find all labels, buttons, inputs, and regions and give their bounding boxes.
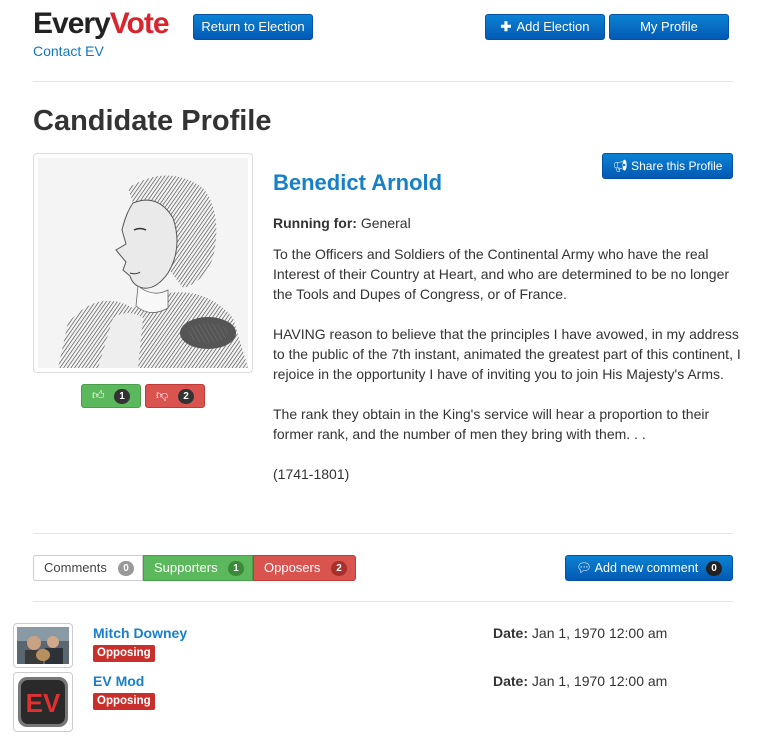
header-divider	[33, 81, 733, 82]
candidate-bio: To the Officers and Soldiers of the Cont…	[273, 244, 743, 504]
plus-icon: ✚	[500, 19, 512, 34]
running-for: Running for: General	[273, 215, 411, 231]
user-photo	[17, 627, 69, 664]
running-for-label: Running for:	[273, 215, 357, 231]
opposers-count-badge: 2	[331, 561, 347, 576]
add-new-comment-label: Add new comment	[594, 561, 699, 575]
add-election-button[interactable]: ✚ Add Election	[485, 14, 605, 40]
tab-opposers-label: Opposers	[264, 560, 321, 575]
share-profile-button[interactable]: 📢︎ Share this Profile	[602, 153, 733, 179]
upvote-button[interactable]: 👍︎ 1	[81, 384, 141, 408]
my-profile-button[interactable]: My Profile	[609, 14, 729, 40]
running-for-value: General	[360, 215, 411, 231]
date-value: Jan 1, 1970 12:00 am	[531, 625, 668, 641]
downvote-button[interactable]: 👎︎ 2	[145, 384, 205, 408]
commenter-name[interactable]: Mitch Downey	[93, 625, 187, 641]
tab-supporters-label: Supporters	[154, 560, 218, 575]
thumbs-down-icon: 👎︎	[156, 388, 169, 402]
new-comment-count-badge: 0	[706, 561, 722, 576]
tab-comments-label: Comments	[44, 560, 107, 575]
logo-every-text: Every	[33, 7, 111, 40]
comment-icon: 💬︎	[576, 561, 595, 575]
everyvote-logo[interactable]: EveryVote	[33, 6, 170, 42]
tab-comments[interactable]: Comments 0	[33, 555, 143, 581]
comment-date: Date: Jan 1, 1970 12:00 am	[493, 673, 667, 689]
bio-years: (1741-1801)	[273, 466, 350, 482]
candidate-photo	[33, 153, 253, 373]
bio-paragraph: The rank they obtain in the King's servi…	[273, 406, 710, 442]
portrait-engraving	[38, 158, 248, 368]
megaphone-icon: 📢︎	[612, 159, 632, 173]
candidate-name: Benedict Arnold	[273, 170, 443, 195]
return-to-election-button[interactable]: Return to Election	[193, 14, 313, 40]
bio-paragraph: HAVING reason to believe that the princi…	[273, 326, 741, 382]
ev-logo-text: EV	[26, 688, 61, 718]
date-label: Date:	[493, 625, 529, 641]
bio-paragraph: To the Officers and Soldiers of the Cont…	[273, 246, 730, 302]
thumbs-up-icon: 👍︎	[92, 388, 105, 402]
logo-vote-text: Vote	[109, 7, 170, 40]
upvote-count: 1	[114, 389, 130, 404]
date-value: Jan 1, 1970 12:00 am	[531, 673, 668, 689]
add-new-comment-button[interactable]: 💬︎ Add new comment 0	[565, 555, 733, 581]
commenter-name[interactable]: EV Mod	[93, 673, 144, 689]
tab-opposers[interactable]: Opposers 2	[253, 555, 356, 581]
ev-logo-icon: EV	[18, 677, 68, 727]
add-election-label: Add Election	[516, 19, 590, 34]
tabs-divider	[33, 601, 733, 602]
page-title: Candidate Profile	[33, 105, 272, 137]
comments-count-badge: 0	[118, 561, 134, 576]
avatar[interactable]: EV	[13, 672, 73, 732]
contact-link[interactable]: Contact EV	[33, 43, 104, 59]
opposing-badge: Opposing	[93, 693, 155, 710]
supporters-count-badge: 1	[228, 561, 244, 576]
opposing-badge: Opposing	[93, 645, 155, 662]
share-label: Share this Profile	[631, 159, 723, 173]
date-label: Date:	[493, 673, 529, 689]
bio-divider	[33, 533, 733, 534]
downvote-count: 2	[178, 389, 194, 404]
avatar[interactable]	[13, 623, 73, 668]
tab-supporters[interactable]: Supporters 1	[143, 555, 253, 581]
comment-date: Date: Jan 1, 1970 12:00 am	[493, 625, 667, 641]
